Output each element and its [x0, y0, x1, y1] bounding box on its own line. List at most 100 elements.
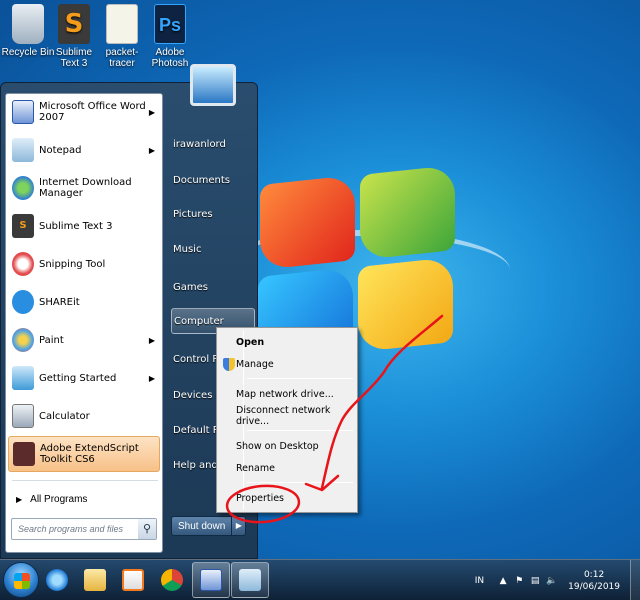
start-item-label: Paint [39, 334, 64, 346]
start-item-adobe-extendscript[interactable]: Adobe ExtendScript Toolkit CS6 [8, 436, 160, 472]
taskbar-chrome[interactable] [153, 562, 191, 598]
start-place-music[interactable]: Music [171, 236, 255, 262]
recycle-bin-icon [12, 4, 44, 44]
taskbar-internet-explorer[interactable] [38, 562, 76, 598]
context-item-properties[interactable]: Properties [220, 488, 354, 508]
tray-overflow-icon[interactable]: ▲ [498, 576, 508, 586]
all-programs-label: All Programs [30, 493, 88, 505]
start-item-calculator[interactable]: Calculator [8, 398, 160, 434]
taskbar-media-player[interactable] [114, 562, 152, 598]
shutdown-options-arrow-icon[interactable]: ▶ [232, 516, 247, 536]
search-placeholder: Search programs and files [18, 524, 124, 534]
photoshop-icon: Ps [154, 4, 186, 44]
start-place-pictures[interactable]: Pictures [171, 201, 255, 227]
taskbar: IN ▲ ⚑ ▤ 🔈 0:12 19/06/2019 [0, 559, 640, 600]
notepad-icon [12, 138, 34, 162]
shutdown-group: Shut down ▶ [171, 516, 247, 536]
context-menu-separator [247, 378, 353, 379]
context-item-open[interactable]: Open [220, 332, 354, 352]
internet-explorer-icon [46, 569, 68, 591]
windows-logo-icon [14, 573, 30, 589]
paint-icon [12, 328, 34, 352]
chrome-icon [161, 569, 183, 591]
all-programs-button[interactable]: ▶ All Programs [10, 488, 160, 510]
start-place-games[interactable]: Games [171, 274, 255, 300]
start-item-label: SHAREit [39, 296, 80, 308]
folder-icon [84, 569, 106, 591]
submenu-arrow-icon[interactable]: ▶ [149, 108, 155, 117]
logo-red-pane [260, 175, 355, 270]
clock[interactable]: 0:12 19/06/2019 [568, 569, 620, 593]
clock-date: 19/06/2019 [568, 581, 620, 592]
start-item-sublime[interactable]: S Sublime Text 3 [8, 208, 160, 244]
system-tray: IN ▲ ⚑ ▤ 🔈 0:12 19/06/2019 [475, 560, 640, 600]
context-item-label: Disconnect network drive... [236, 405, 331, 427]
start-item-snipping-tool[interactable]: Snipping Tool [8, 246, 160, 282]
context-item-rename[interactable]: Rename [220, 458, 354, 478]
start-place-user[interactable]: irawanlord [171, 131, 255, 157]
start-item-label: Getting Started [39, 372, 117, 384]
start-item-label: Snipping Tool [39, 258, 106, 270]
search-icon[interactable]: ⚲ [138, 519, 156, 539]
context-item-disconnect-network-drive[interactable]: Disconnect network drive... [220, 405, 354, 427]
context-item-label: Manage [236, 358, 274, 370]
all-programs-arrow-icon: ▶ [16, 494, 23, 504]
context-item-label: Rename [236, 462, 275, 474]
start-button[interactable] [3, 562, 39, 598]
context-item-label: Properties [236, 492, 285, 504]
context-item-label: Open [236, 336, 265, 348]
context-item-manage[interactable]: Manage [220, 354, 354, 374]
sticky-notes-icon [239, 569, 261, 591]
getting-started-icon [12, 366, 34, 390]
calculator-icon [12, 404, 34, 428]
submenu-arrow-icon[interactable]: ▶ [149, 336, 155, 345]
start-item-label: Microsoft Office Word 2007 [39, 101, 146, 123]
volume-icon[interactable]: 🔈 [546, 576, 557, 586]
taskbar-sticky-notes[interactable] [231, 562, 269, 598]
desktop-icon-label: Sublime Text 3 [55, 47, 93, 69]
start-item-label: Notepad [39, 144, 82, 156]
start-item-label: Calculator [39, 410, 90, 422]
desktop-icon-label: packet-tracer [105, 47, 139, 69]
uac-shield-icon [223, 357, 235, 371]
start-item-shareit[interactable]: SHAREit [8, 284, 160, 320]
word-icon [12, 100, 34, 124]
taskbar-windows-explorer[interactable] [76, 562, 114, 598]
submenu-arrow-icon[interactable]: ▶ [149, 374, 155, 383]
show-desktop-button[interactable] [630, 560, 640, 600]
adobe-extendscript-icon [13, 442, 35, 466]
start-item-label: Adobe ExtendScript Toolkit CS6 [40, 443, 139, 465]
start-item-label: Sublime Text 3 [39, 220, 113, 232]
start-item-notepad[interactable]: Notepad ▶ [8, 132, 160, 168]
start-menu-divider [12, 480, 158, 481]
context-menu-separator [247, 482, 353, 483]
context-item-label: Map network drive... [236, 388, 334, 400]
logo-green-pane [360, 165, 455, 260]
packet-tracer-icon [106, 4, 138, 44]
desktop-icon-photoshop[interactable]: Ps Adobe Photosh [142, 4, 198, 69]
context-menu-separator [247, 430, 353, 431]
start-item-idm[interactable]: Internet Download Manager [8, 170, 160, 206]
start-item-getting-started[interactable]: Getting Started ▶ [8, 360, 160, 396]
start-item-word[interactable]: Microsoft Office Word 2007 ▶ [8, 94, 160, 130]
context-item-map-network-drive[interactable]: Map network drive... [220, 384, 354, 404]
computer-context-menu: Open Manage Map network drive... Disconn… [216, 327, 358, 513]
taskbar-word[interactable] [192, 562, 230, 598]
media-player-icon [122, 569, 144, 591]
shutdown-button[interactable]: Shut down [171, 516, 233, 536]
idm-icon [12, 176, 34, 200]
start-item-label: Internet Download Manager [39, 177, 132, 199]
start-item-paint[interactable]: Paint ▶ [8, 322, 160, 358]
network-icon[interactable]: ▤ [530, 576, 540, 586]
submenu-arrow-icon[interactable]: ▶ [149, 146, 155, 155]
user-picture-icon[interactable] [190, 64, 236, 106]
language-indicator[interactable]: IN [475, 576, 484, 586]
word-icon [200, 569, 222, 591]
action-center-flag-icon[interactable]: ⚑ [514, 576, 524, 586]
start-place-documents[interactable]: Documents [171, 167, 255, 193]
context-item-show-on-desktop[interactable]: Show on Desktop [220, 436, 354, 456]
start-search-input[interactable]: Search programs and files ⚲ [11, 518, 157, 540]
clock-time: 0:12 [583, 569, 605, 580]
desktop-icon-label: Adobe Photosh [151, 47, 189, 69]
windows-logo-wallpaper [210, 160, 510, 362]
